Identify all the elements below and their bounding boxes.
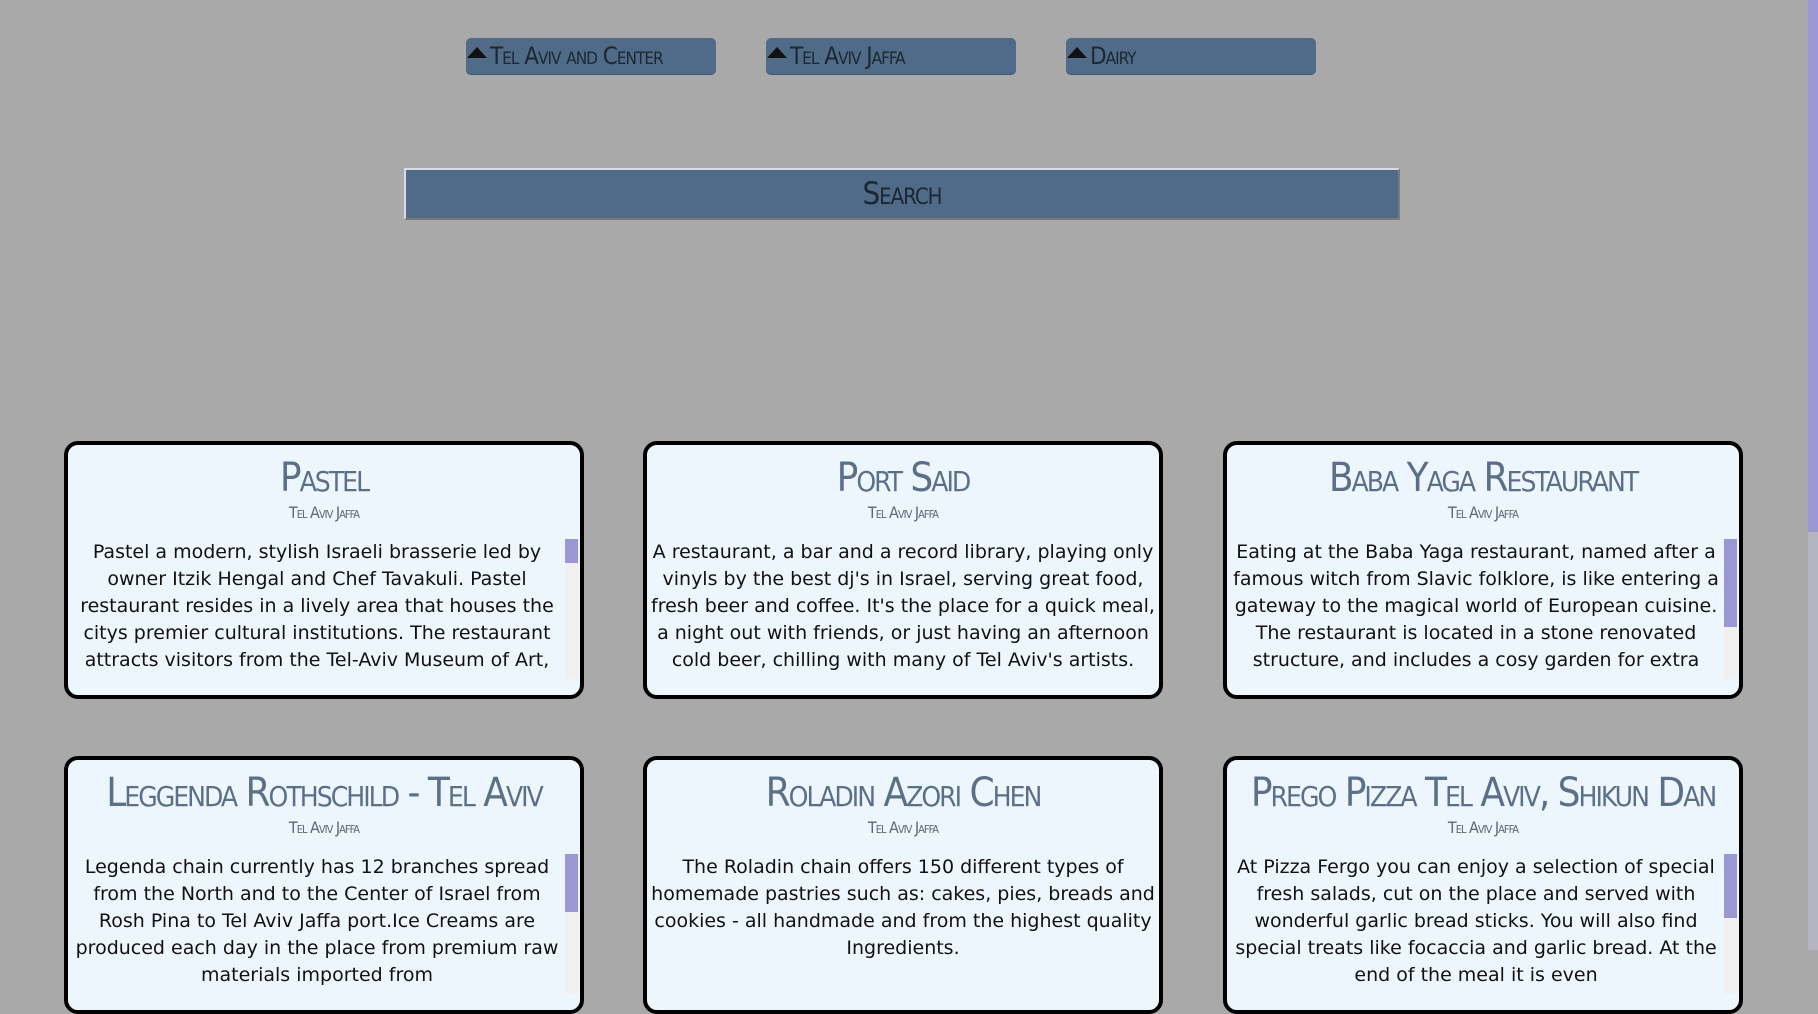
- restaurant-description: Eating at the Baba Yaga restaurant, name…: [1233, 541, 1719, 679]
- filter-city-label: Tel Aviv Jaffa: [790, 42, 906, 70]
- description-scrollbar[interactable]: [1724, 854, 1737, 994]
- restaurant-name: Prego Pizza Tel Aviv, Shikun Dan: [1250, 770, 1717, 816]
- search-button[interactable]: Search: [404, 168, 1400, 220]
- restaurant-name: Port Said: [836, 455, 972, 501]
- triangle-up-icon: [767, 47, 787, 58]
- page-scrollbar-thumb[interactable]: [1808, 0, 1818, 532]
- restaurant-card[interactable]: Port Said Tel Aviv Jaffa A restaurant, a…: [643, 441, 1163, 699]
- restaurant-card[interactable]: Pastel Tel Aviv Jaffa Pastel a modern, s…: [64, 441, 584, 699]
- description-scrollbar-thumb[interactable]: [1724, 854, 1737, 918]
- restaurant-card[interactable]: Prego Pizza Tel Aviv, Shikun Dan Tel Avi…: [1223, 756, 1743, 1014]
- triangle-up-icon: [467, 47, 487, 58]
- restaurant-area: Tel Aviv Jaffa: [1447, 503, 1519, 522]
- restaurant-description: At Pizza Fergo you can enjoy a selection…: [1235, 856, 1717, 986]
- restaurant-area: Tel Aviv Jaffa: [288, 503, 360, 522]
- restaurant-name: Baba Yaga Restaurant: [1328, 455, 1639, 501]
- restaurant-card[interactable]: Roladin Azori Chen Tel Aviv Jaffa The Ro…: [643, 756, 1163, 1014]
- restaurant-name: Leggenda Rothschild - Tel Aviv: [106, 770, 544, 816]
- page-scrollbar[interactable]: [1808, 0, 1818, 950]
- restaurant-description: The Roladin chain offers 150 different t…: [651, 856, 1155, 959]
- restaurant-description: Legenda chain currently has 12 branches …: [75, 856, 559, 986]
- restaurant-name: Pastel: [279, 455, 370, 501]
- filter-region-label: Tel Aviv and Center: [490, 42, 664, 70]
- description-scrollbar-thumb[interactable]: [1724, 539, 1737, 627]
- triangle-up-icon: [1067, 47, 1087, 58]
- restaurant-card[interactable]: Leggenda Rothschild - Tel Aviv Tel Aviv …: [64, 756, 584, 1014]
- restaurant-name: Roladin Azori Chen: [765, 770, 1043, 816]
- restaurant-description: Pastel a modern, stylish Israeli brasser…: [80, 541, 554, 679]
- restaurant-area: Tel Aviv Jaffa: [1447, 818, 1519, 837]
- description-scrollbar[interactable]: [565, 854, 578, 994]
- restaurant-description: A restaurant, a bar and a record library…: [651, 541, 1155, 671]
- restaurant-area: Tel Aviv Jaffa: [867, 503, 939, 522]
- filter-region[interactable]: Tel Aviv and Center: [466, 38, 716, 74]
- description-scrollbar[interactable]: [565, 539, 578, 679]
- filter-kosher-label: Dairy: [1090, 42, 1136, 70]
- restaurant-area: Tel Aviv Jaffa: [288, 818, 360, 837]
- restaurant-card[interactable]: Baba Yaga Restaurant Tel Aviv Jaffa Eati…: [1223, 441, 1743, 699]
- filter-city[interactable]: Tel Aviv Jaffa: [766, 38, 1016, 74]
- filter-kosher[interactable]: Dairy: [1066, 38, 1316, 74]
- description-scrollbar[interactable]: [1724, 539, 1737, 679]
- description-scrollbar-thumb[interactable]: [565, 539, 578, 563]
- description-scrollbar-thumb[interactable]: [565, 854, 578, 912]
- restaurant-area: Tel Aviv Jaffa: [867, 818, 939, 837]
